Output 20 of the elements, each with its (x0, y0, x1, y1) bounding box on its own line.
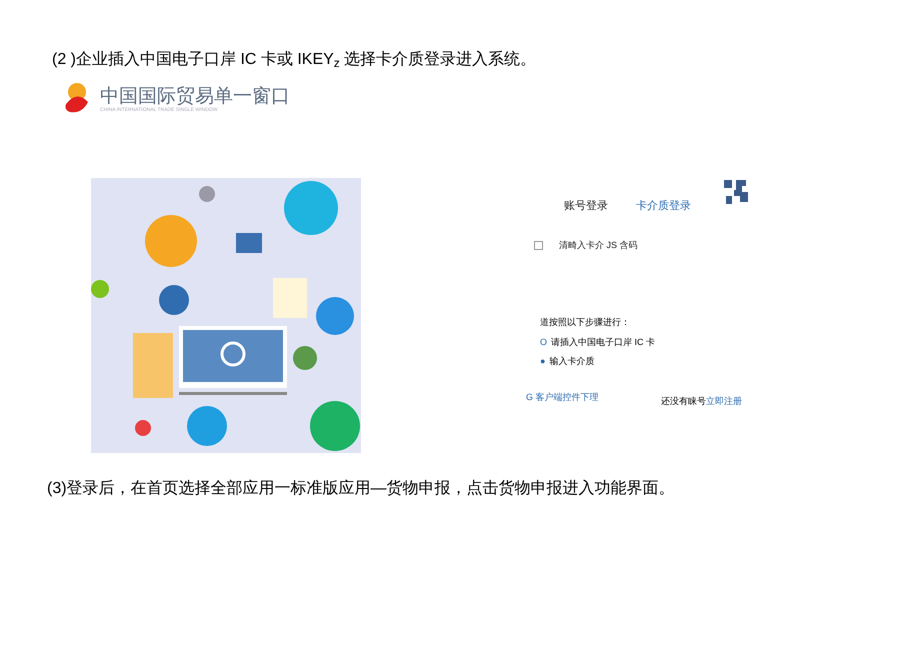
dot (199, 186, 215, 202)
qr-code-icon (722, 178, 750, 206)
dot (135, 420, 151, 436)
instructions-heading: 道按照以下步骤进行： (539, 316, 631, 329)
form-sheet (133, 333, 173, 398)
logo-title: 中国国际贸易单一窗口 (100, 84, 290, 108)
step-text: 输入卡介质 (549, 355, 594, 368)
step-marker: O (540, 336, 548, 348)
step-paragraph: (3)登录后，在首页选择全部应用一标准版应用—货物申报，点击货物申报进入功能界面。 (47, 480, 675, 497)
login-tab[interactable]: 账号登录 (564, 198, 608, 214)
step-text: 请插入中国电子口岸 IC 卡 (551, 336, 656, 348)
step-marker: ● (540, 355, 546, 368)
register-link[interactable]: 立即注册 (706, 394, 742, 408)
dot (91, 280, 109, 298)
password-field[interactable]: 清畸入卡介 JS 含码 (559, 238, 739, 252)
login-tab[interactable]: 卡介质登录 (636, 198, 691, 214)
step-paragraph: (2 )企业插入中国电子口岸 IC 卡或 IKEY$_{z}$ 选择卡介质登录进入系统。 (52, 51, 536, 68)
register-prompt: 还没有睐号 (661, 394, 706, 408)
report-sheet (273, 278, 307, 318)
client-download-link[interactable]: G 客户端控件下理 (526, 390, 599, 408)
